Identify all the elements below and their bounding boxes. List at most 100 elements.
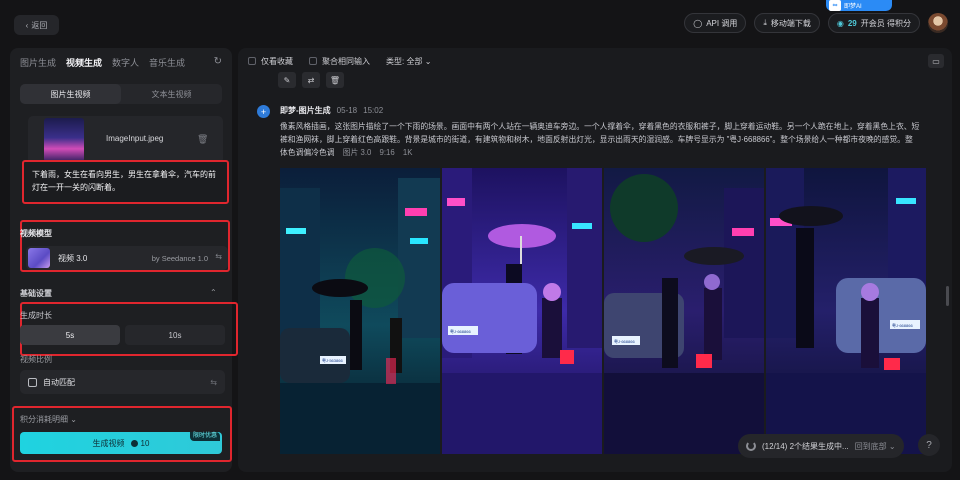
post-header: 即梦-图片生成 05-18 15:02 [280, 105, 383, 116]
ratio-selector[interactable]: 自动匹配 ⇆ [20, 370, 225, 394]
brand-logo-icon: ∞ [829, 0, 841, 11]
mode-text-to-video[interactable]: 文本生视频 [121, 84, 222, 104]
post-description-text: 像素风格插画，这张图片描绘了一个下雨的场景。画面中有两个人站在一辆奥迪车旁边。一… [280, 122, 920, 157]
model-name: 视频 3.0 [58, 253, 88, 263]
generate-label: 生成视频 [92, 438, 125, 448]
api-icon: ◯ [693, 18, 703, 28]
download-icon: ⤓ [763, 18, 767, 27]
favorites-checkbox[interactable] [248, 57, 256, 65]
model-provider: by Seedance 1.0 [151, 253, 208, 263]
result-image-3[interactable]: 粤J·668866 [604, 168, 764, 454]
tab-video-generation[interactable]: 视频生成 [66, 56, 102, 69]
merge-filter[interactable]: 聚合相同输入 [309, 56, 370, 67]
help-button[interactable]: ? [918, 434, 940, 456]
post-model: 图片 3.0 [342, 148, 372, 157]
filter-bar: 仅看收藏 聚合相同输入 类型: 全部 ⌄ [248, 56, 431, 67]
result-image-4[interactable]: 粤J·668866 [766, 168, 926, 454]
generation-tabs: 图片生成 视频生成 数字人 音乐生成 [20, 56, 185, 69]
mobile-download-button[interactable]: ⤓ 移动端下载 [754, 13, 820, 33]
api-button[interactable]: ◯ API 调用 [684, 13, 747, 33]
generate-cost: 10 [130, 438, 150, 448]
post-time: 15:02 [363, 106, 384, 115]
generation-sidebar: 图片生成 视频生成 数字人 音乐生成 ↻ 图片生视频 文本生视频 ImageIn… [10, 48, 238, 472]
edit-icon[interactable]: ✎ [278, 72, 296, 88]
ratio-value: 自动匹配 [43, 377, 75, 387]
ratio-title: 视频比例 [20, 355, 52, 364]
car-plate-4: 粤J·668866 [892, 322, 913, 328]
help-icon: ? [926, 439, 932, 451]
tune-icon[interactable]: ⇆ [215, 252, 222, 261]
input-image-thumbnail[interactable] [44, 118, 84, 162]
tab-image-generation[interactable]: 图片生成 [20, 56, 56, 69]
brand-tag-label: 即梦AI [844, 4, 862, 10]
points-coin-icon [130, 439, 138, 447]
delete-icon[interactable]: 🗑 [326, 72, 344, 88]
chevron-left-icon: ‹ [25, 20, 29, 30]
model-thumbnail-icon [28, 248, 50, 268]
post-ratio: 9:16 [379, 148, 395, 157]
chevron-down-icon: ⌄ [888, 441, 896, 451]
model-section-title: 视频模型 [20, 229, 52, 238]
promo-badge: 限时优惠 [190, 432, 221, 441]
chevron-up-icon[interactable]: ⌃ [210, 288, 217, 297]
avatar[interactable] [928, 13, 948, 33]
back-to-bottom-label: 回到底部 [854, 441, 887, 451]
download-label: 移动端下载 [770, 18, 811, 28]
merge-label: 聚合相同输入 [322, 57, 370, 66]
post-date: 05-18 [336, 106, 358, 115]
result-image-1[interactable]: 粤J·563866 [280, 168, 440, 454]
post-description: 像素风格插画，这张图片描绘了一个下雨的场景。画面中有两个人站在一辆奥迪车旁边。一… [280, 120, 920, 159]
tune-icon[interactable]: ⇆ [210, 378, 217, 387]
model-selector[interactable]: 视频 3.0 by Seedance 1.0 ⇆ [26, 246, 228, 270]
tab-music-generation[interactable]: 音乐生成 [149, 56, 185, 69]
generation-status-pill[interactable]: (12/14) 2个结果生成中... 回到底部 ⌄ [738, 434, 904, 458]
back-to-bottom-link[interactable]: 回到底部 ⌄ [855, 441, 896, 452]
back-label: 返回 [31, 20, 48, 30]
loading-spinner-icon [746, 441, 756, 451]
input-image-filename: ImageInput.jpeg [106, 134, 164, 143]
chevron-down-icon: ⌄ [70, 415, 77, 424]
refresh-icon[interactable]: ↻ [214, 56, 222, 67]
duration-10s-button[interactable]: 10s [125, 325, 225, 345]
brand-tag[interactable]: ∞ 即梦AI [826, 0, 892, 11]
car-plate-1: 粤J·563866 [322, 357, 343, 363]
basic-settings-title: 基础设置 [20, 289, 52, 298]
generate-cost-value: 10 [140, 438, 150, 448]
aspect-ratio-icon [28, 377, 37, 387]
prompt-input[interactable]: 下着雨，女生在看向男生，男生在拿着伞，汽车的前灯在一开一关的闪断着。 [22, 160, 229, 204]
result-images: 粤J·563866 粤J·668866 粤J·668866 粤J·668866 [280, 168, 926, 454]
car-plate-2: 粤J·668866 [450, 328, 471, 334]
mode-image-to-video[interactable]: 图片生视频 [20, 84, 121, 104]
points-icon: ◉ [836, 18, 844, 28]
results-panel: 仅看收藏 聚合相同输入 类型: 全部 ⌄ ▭ ✎ ⇄ 🗑 + 即梦-图片生成 05… [238, 48, 952, 472]
points-count: 29 [847, 18, 857, 28]
post-title: 即梦-图片生成 [280, 106, 331, 115]
top-bar: ∞ 即梦AI ‹ 返回 ◯ API 调用 ⤓ 移动端下载 ◉ 29 开会员 得积… [0, 0, 960, 46]
scrollbar-thumb[interactable] [946, 286, 949, 306]
favorites-filter[interactable]: 仅看收藏 [248, 56, 293, 67]
vip-label: 开会员 得积分 [860, 18, 911, 28]
merge-checkbox[interactable] [309, 57, 317, 65]
generation-status-text: (12/14) 2个结果生成中... [762, 441, 849, 451]
api-label: API 调用 [706, 18, 738, 28]
tab-digital-human[interactable]: 数字人 [112, 56, 139, 69]
trash-icon[interactable]: 🗑 [197, 134, 208, 145]
result-toolbar: ✎ ⇄ 🗑 [278, 72, 344, 88]
result-image-2[interactable]: 粤J·668866 [442, 168, 602, 454]
points-detail-label: 积分消耗明细 [20, 415, 68, 424]
car-plate-3: 粤J·668866 [614, 338, 635, 344]
back-button[interactable]: ‹ 返回 [14, 15, 59, 35]
favorites-label: 仅看收藏 [261, 57, 293, 66]
folder-icon[interactable]: ▭ [928, 54, 944, 68]
duration-title: 生成时长 [20, 311, 52, 320]
duration-5s-button[interactable]: 5s [20, 325, 120, 345]
type-label: 类型: 全部 [386, 57, 423, 66]
chevron-down-icon: ⌄ [424, 57, 432, 66]
mode-switch: 图片生视频 文本生视频 [20, 84, 222, 104]
plus-circle-icon[interactable]: + [257, 105, 270, 118]
regenerate-icon[interactable]: ⇄ [302, 72, 320, 88]
type-filter[interactable]: 类型: 全部 ⌄ [386, 56, 431, 67]
points-vip-button[interactable]: ◉ 29 开会员 得积分 [827, 13, 920, 33]
points-detail-toggle[interactable]: 积分消耗明细 ⌄ [20, 414, 77, 425]
top-right-actions: ◯ API 调用 ⤓ 移动端下载 ◉ 29 开会员 得积分 [684, 13, 948, 33]
